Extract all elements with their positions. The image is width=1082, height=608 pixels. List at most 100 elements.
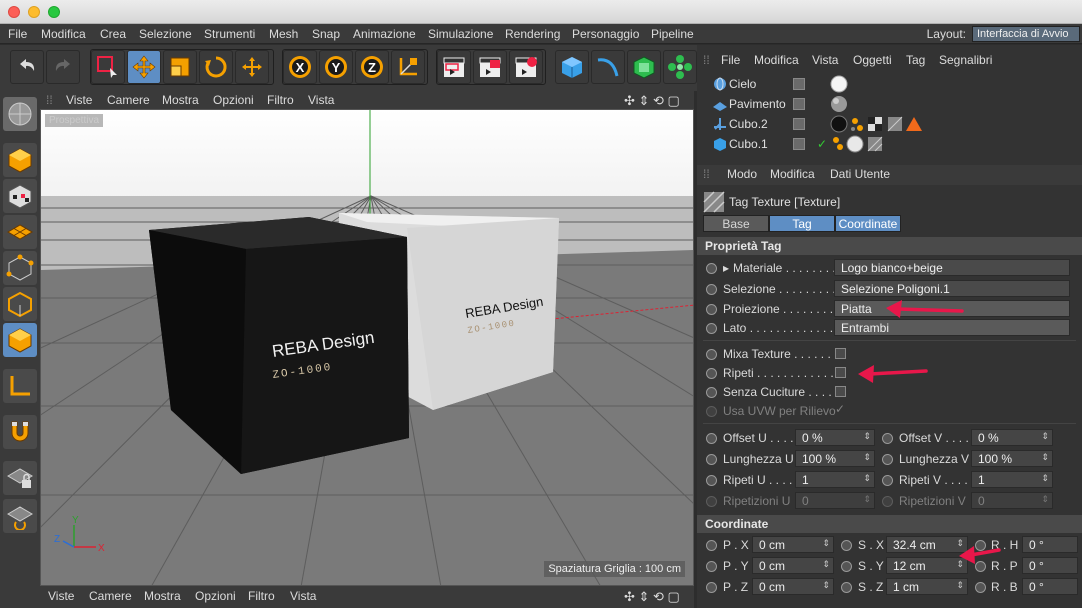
layer-lock-icon[interactable] — [793, 98, 805, 110]
viewport-menu-opzioni[interactable]: Opzioni — [213, 93, 254, 107]
locked-workplane-button[interactable] — [3, 461, 37, 495]
spinner-icon[interactable]: ⇕ — [956, 559, 964, 570]
cubo1-tags[interactable] — [830, 135, 890, 153]
ripeti-u-anim-radio[interactable] — [706, 475, 717, 486]
bottom-menu-opzioni[interactable]: Opzioni — [195, 589, 236, 603]
am-menu-dati-utente[interactable]: Dati Utente — [830, 167, 890, 181]
object-row-pavimento[interactable]: Pavimento — [697, 94, 1082, 114]
enabled-check-icon[interactable]: ✓ — [817, 137, 827, 151]
lato-dropdown[interactable]: Entrambi — [834, 319, 1070, 336]
scale-tool-button[interactable] — [163, 50, 197, 84]
rb-field[interactable]: 0 ° — [1022, 578, 1078, 595]
array-button[interactable] — [663, 50, 697, 84]
selezione-anim-radio[interactable] — [706, 284, 717, 295]
om-menu-file[interactable]: File — [721, 53, 740, 67]
object-name[interactable]: Cubo.1 — [729, 137, 768, 151]
material-white-icon[interactable] — [830, 75, 848, 93]
bottom-viewport-nav-icons[interactable]: ✣ ⇕ ⟲ ▢ — [624, 589, 680, 605]
offset-v-field[interactable]: 0 % ⇕ — [971, 429, 1053, 446]
bottom-menu-mostra[interactable]: Mostra — [144, 589, 181, 603]
spinner-icon[interactable]: ⇕ — [956, 580, 964, 591]
workplane-mode-button[interactable] — [3, 215, 37, 249]
materiale-field[interactable]: Logo bianco+beige — [834, 259, 1070, 276]
lato-anim-radio[interactable] — [706, 323, 717, 334]
y-axis-lock-button[interactable]: Y — [319, 50, 353, 84]
recent-tool-button[interactable] — [235, 50, 269, 84]
live-selection-button[interactable] — [91, 50, 125, 84]
perspective-viewport[interactable]: REBA Design ZO-1000 REBA Design ZO-1000 … — [40, 109, 694, 586]
rp-field[interactable]: 0 ° — [1022, 557, 1078, 574]
py-anim-radio[interactable] — [706, 561, 717, 572]
lung-u-anim-radio[interactable] — [706, 454, 717, 465]
subdivision-button[interactable] — [627, 50, 661, 84]
mixa-texture-checkbox[interactable] — [835, 348, 846, 359]
rp-anim-radio[interactable] — [975, 561, 986, 572]
pz-anim-radio[interactable] — [706, 582, 717, 593]
render-picture-viewer-button[interactable] — [473, 50, 507, 84]
menu-personaggio[interactable]: Personaggio — [572, 27, 639, 41]
bottom-menu-filtro[interactable]: Filtro — [248, 589, 275, 603]
render-settings-button[interactable] — [509, 50, 543, 84]
menu-animazione[interactable]: Animazione — [353, 27, 416, 41]
zoom-window-button[interactable] — [48, 6, 60, 18]
senza-cuciture-checkbox[interactable] — [835, 386, 846, 397]
render-view-button[interactable] — [437, 50, 471, 84]
undo-button[interactable] — [10, 50, 44, 84]
bottom-menu-vista[interactable]: Vista — [290, 589, 316, 603]
z-axis-lock-button[interactable]: Z — [355, 50, 389, 84]
axis-mode-button[interactable] — [3, 369, 37, 403]
x-axis-lock-button[interactable]: X — [283, 50, 317, 84]
layer-lock-icon[interactable] — [793, 138, 805, 150]
px-anim-radio[interactable] — [706, 540, 717, 551]
am-menu-modifica[interactable]: Modifica — [770, 167, 815, 181]
polygons-mode-button[interactable] — [3, 323, 37, 357]
points-mode-button[interactable] — [3, 251, 37, 285]
layout-dropdown[interactable]: Interfaccia di Avvio — [972, 26, 1080, 42]
tab-coordinate[interactable]: Coordinate — [835, 215, 901, 232]
spinner-icon[interactable]: ⇕ — [822, 580, 830, 591]
bottom-menu-viste[interactable]: Viste — [48, 589, 74, 603]
offset-u-anim-radio[interactable] — [706, 433, 717, 444]
object-row-cubo2[interactable]: Cubo.2 — [697, 114, 1082, 134]
cubo2-tags[interactable] — [830, 115, 940, 133]
rh-anim-radio[interactable] — [975, 540, 986, 551]
offset-u-field[interactable]: 0 % ⇕ — [795, 429, 875, 446]
move-tool-button[interactable] — [127, 50, 161, 84]
texture-mode-button[interactable] — [3, 179, 37, 213]
rotate-tool-button[interactable] — [199, 50, 233, 84]
menu-strumenti[interactable]: Strumenti — [204, 27, 255, 41]
viewport-menu-filtro[interactable]: Filtro — [267, 93, 294, 107]
redo-button[interactable] — [46, 50, 80, 84]
cube-object-button[interactable] — [555, 50, 589, 84]
minimize-window-button[interactable] — [28, 6, 40, 18]
menu-file[interactable]: File — [8, 27, 27, 41]
spinner-icon[interactable]: ⇕ — [822, 559, 830, 570]
viewport-menu-vista[interactable]: Vista — [308, 93, 334, 107]
layer-lock-icon[interactable] — [793, 78, 805, 90]
rh-field[interactable]: 0 ° — [1022, 536, 1078, 553]
viewport-nav-icons[interactable]: ✣ ⇕ ⟲ ▢ — [624, 93, 680, 109]
menu-simulazione[interactable]: Simulazione — [428, 27, 493, 41]
pz-field[interactable]: 0 cm ⇕ — [752, 578, 834, 595]
om-menu-tag[interactable]: Tag — [906, 53, 925, 67]
object-row-cielo[interactable]: Cielo — [697, 74, 1082, 94]
senza-anim-radio[interactable] — [706, 387, 717, 398]
py-field[interactable]: 0 cm ⇕ — [752, 557, 834, 574]
spinner-icon[interactable]: ⇕ — [863, 452, 871, 463]
workplane-button[interactable] — [3, 97, 37, 131]
spinner-icon[interactable]: ⇕ — [822, 538, 830, 549]
close-window-button[interactable] — [8, 6, 20, 18]
materiale-expand-icon[interactable]: ▸ — [723, 261, 729, 275]
spinner-icon[interactable]: ⇕ — [863, 431, 871, 442]
mixa-anim-radio[interactable] — [706, 349, 717, 360]
rb-anim-radio[interactable] — [975, 582, 986, 593]
layer-lock-icon[interactable] — [793, 118, 805, 130]
spline-button[interactable] — [591, 50, 625, 84]
px-field[interactable]: 0 cm ⇕ — [752, 536, 834, 553]
sx-anim-radio[interactable] — [841, 540, 852, 551]
om-menu-vista[interactable]: Vista — [812, 53, 838, 67]
material-grey-icon[interactable] — [830, 95, 848, 113]
planar-workplane-button[interactable] — [3, 499, 37, 533]
spinner-icon[interactable]: ⇕ — [863, 473, 871, 484]
sy-field[interactable]: 12 cm ⇕ — [886, 557, 968, 574]
